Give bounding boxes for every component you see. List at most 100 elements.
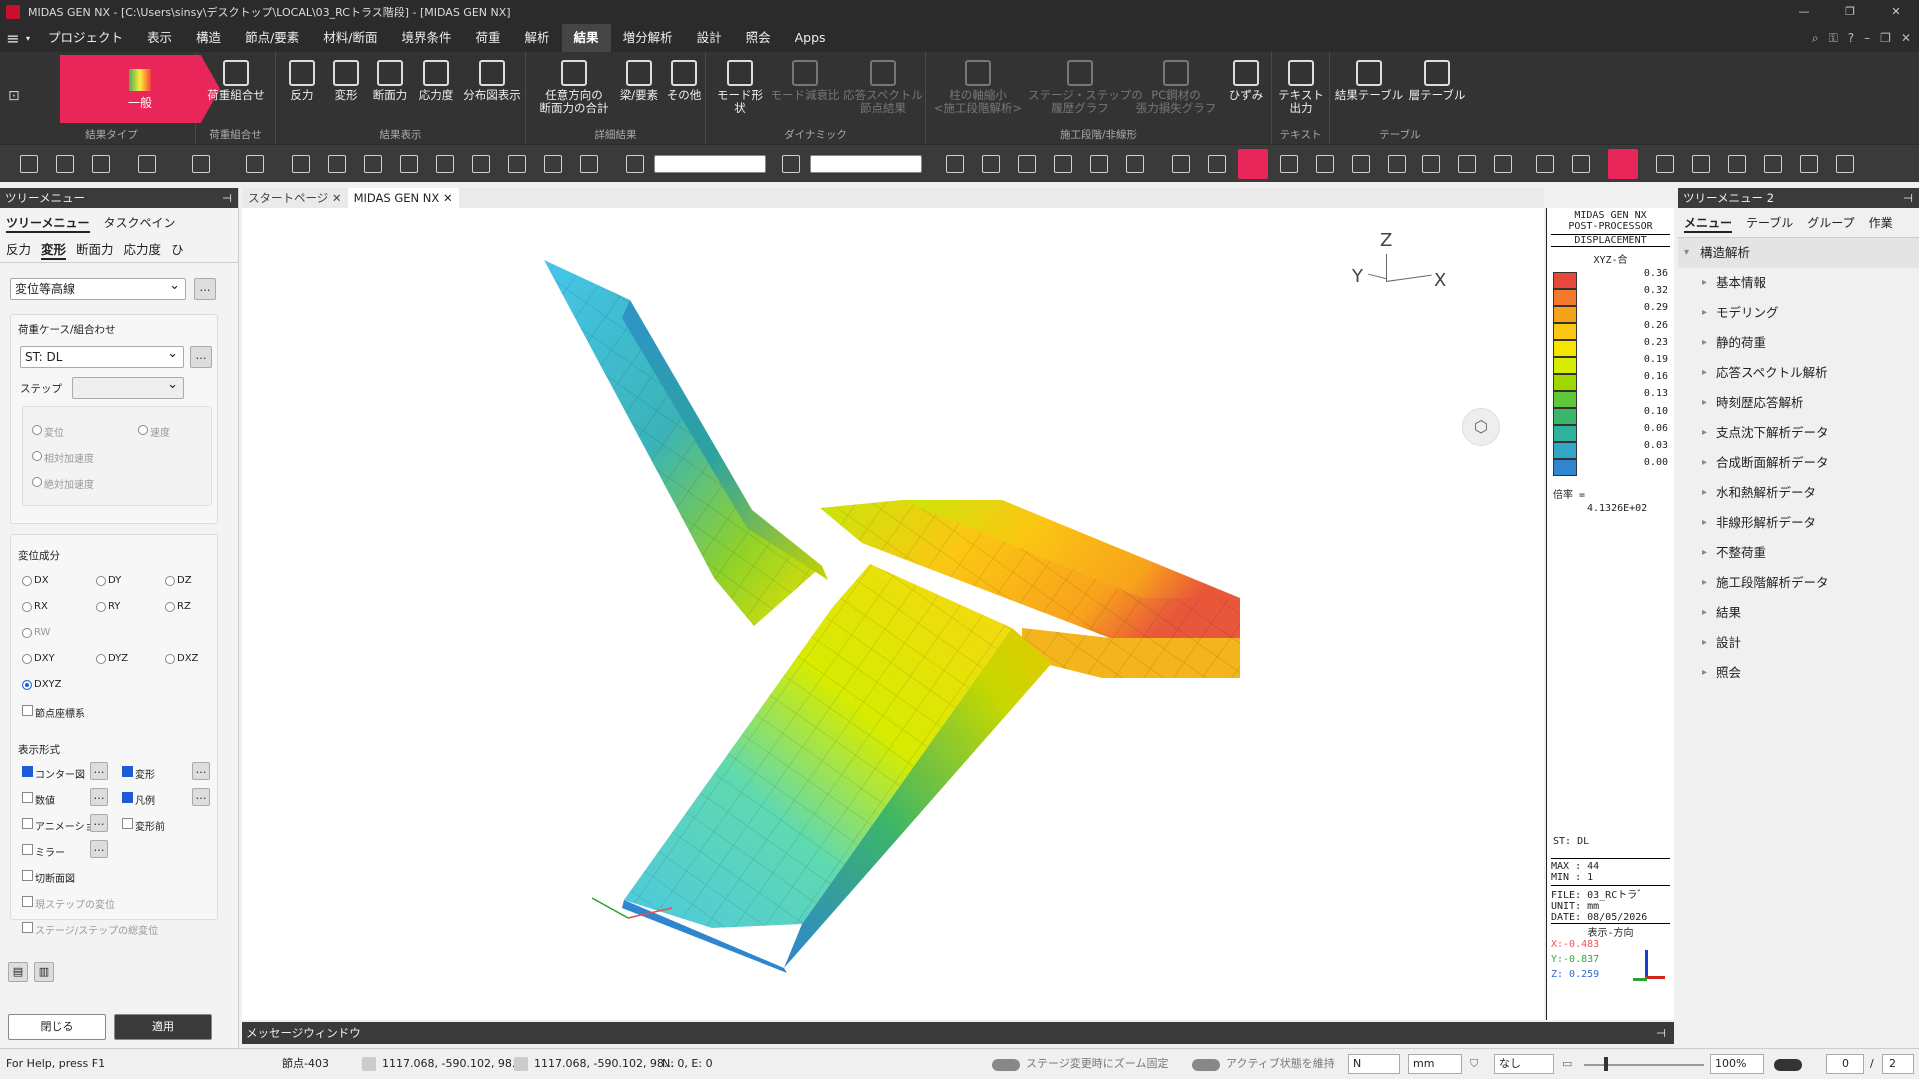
distribution-button[interactable]: 分布図表示 bbox=[460, 60, 524, 102]
radio-rz[interactable]: RZ bbox=[165, 601, 191, 612]
search-icon[interactable]: ⌕ bbox=[1812, 24, 1819, 52]
tendon-loss-button[interactable]: PC鋼材の 張力損失グラフ bbox=[1134, 60, 1218, 115]
menu-analysis[interactable]: 解析 bbox=[513, 24, 562, 52]
close-doc-icon[interactable]: ✕ bbox=[1901, 24, 1911, 52]
hidden-view-icon[interactable] bbox=[1238, 149, 1268, 179]
tree-item[interactable]: 基本情報 bbox=[1678, 268, 1919, 298]
radio-rx[interactable]: RX bbox=[22, 601, 48, 612]
zoom-fix-toggle[interactable] bbox=[992, 1059, 1020, 1071]
node-number-icon[interactable] bbox=[1352, 155, 1370, 173]
menu-structure[interactable]: 構造 bbox=[184, 24, 233, 52]
zoom-slider-handle[interactable] bbox=[1604, 1057, 1608, 1071]
select-window-icon[interactable] bbox=[328, 155, 346, 173]
menu-design[interactable]: 設計 bbox=[685, 24, 734, 52]
tree-item[interactable]: 非線形解析データ bbox=[1678, 508, 1919, 538]
tree-item[interactable]: 施工段階解析データ bbox=[1678, 568, 1919, 598]
fit-icon[interactable] bbox=[1800, 155, 1818, 173]
radio-dyz[interactable]: DYZ bbox=[96, 653, 128, 664]
animation-options-button[interactable]: … bbox=[90, 814, 108, 832]
tab-model[interactable]: MIDAS GEN NX ✕ bbox=[347, 188, 459, 208]
page-input[interactable]: 0 bbox=[1826, 1054, 1864, 1074]
values-options-button[interactable]: … bbox=[90, 788, 108, 806]
tab-menu[interactable]: メニュー bbox=[1684, 214, 1733, 233]
pan-icon[interactable] bbox=[1764, 155, 1782, 173]
radio-dxyz[interactable]: DXYZ bbox=[22, 679, 62, 690]
perspective-icon[interactable] bbox=[1280, 155, 1298, 173]
filter-select[interactable]: なし bbox=[1494, 1054, 1554, 1074]
close-icon[interactable]: ✕ bbox=[1873, 0, 1919, 24]
folder-icon[interactable]: ▤ bbox=[8, 962, 28, 982]
radio-ry[interactable]: RY bbox=[96, 601, 120, 612]
menu-view[interactable]: 表示 bbox=[135, 24, 184, 52]
select-prev-icon[interactable] bbox=[508, 155, 526, 173]
select-dropdown-1[interactable] bbox=[654, 155, 766, 173]
tab-task-pane[interactable]: タスクペイン bbox=[104, 214, 176, 233]
subtab-reaction[interactable]: 反力 bbox=[6, 239, 31, 260]
open-icon[interactable] bbox=[56, 155, 74, 173]
tree-item[interactable]: 水和熱解析データ bbox=[1678, 478, 1919, 508]
export-icon[interactable]: ▥ bbox=[34, 962, 54, 982]
tree-item[interactable]: 応答スペクトル解析 bbox=[1678, 358, 1919, 388]
checkbox-deform[interactable]: 変形 bbox=[122, 766, 155, 781]
tree-item[interactable]: 不整荷重 bbox=[1678, 538, 1919, 568]
subtab-deform[interactable]: 変形 bbox=[41, 239, 67, 260]
modal-damping-button[interactable]: モード減衰比 bbox=[770, 60, 840, 102]
lock-open-icon[interactable] bbox=[1572, 155, 1590, 173]
tree-item[interactable]: 静的荷重 bbox=[1678, 328, 1919, 358]
menu-load[interactable]: 荷重 bbox=[464, 24, 513, 52]
tab-table[interactable]: テーブル bbox=[1746, 214, 1793, 233]
filter-status-icon[interactable]: ⛉ bbox=[1470, 1049, 1478, 1079]
restore-icon[interactable]: ❐ bbox=[1827, 0, 1873, 24]
minimize-doc-icon[interactable]: – bbox=[1864, 24, 1870, 52]
unselect-icon[interactable] bbox=[580, 155, 598, 173]
active-previous-icon[interactable] bbox=[1090, 155, 1108, 173]
select-all-icon[interactable] bbox=[544, 155, 562, 173]
radio-dy[interactable]: DY bbox=[96, 575, 121, 586]
tree-root-structural-analysis[interactable]: 構造解析 bbox=[1678, 238, 1919, 268]
lock-icon[interactable] bbox=[1494, 155, 1512, 173]
beam-element-button[interactable]: 梁/要素 bbox=[616, 60, 662, 102]
tab-group[interactable]: グループ bbox=[1807, 214, 1854, 233]
menu-node-element[interactable]: 節点/要素 bbox=[233, 24, 311, 52]
subtab-stress[interactable]: 応力度 bbox=[124, 239, 162, 260]
element-number-icon[interactable] bbox=[1388, 155, 1406, 173]
column-shortening-button[interactable]: 柱の軸縮小 <施工段階解析> bbox=[930, 60, 1026, 115]
radio-velocity[interactable]: 速度 bbox=[138, 424, 170, 439]
subtab-force[interactable]: 断面力 bbox=[76, 239, 114, 260]
radio-dx[interactable]: DX bbox=[22, 575, 49, 586]
minimize-icon[interactable]: — bbox=[1781, 0, 1827, 24]
checkbox-cutting-plane[interactable]: 切断面図 bbox=[22, 870, 75, 885]
select-intersect-icon[interactable] bbox=[400, 155, 418, 173]
key-icon[interactable]: ⚿ bbox=[1829, 24, 1838, 52]
result-table-button[interactable]: 結果テーブル bbox=[1334, 60, 1404, 102]
iso-view-icon[interactable] bbox=[1836, 155, 1854, 173]
section-force-button[interactable]: 断面力 bbox=[368, 60, 412, 102]
contour-options-button[interactable]: … bbox=[90, 762, 108, 780]
radio-rel-accel[interactable]: 相対加速度 bbox=[32, 450, 94, 465]
inverse-active-icon[interactable] bbox=[1054, 155, 1072, 173]
strain-button[interactable]: ひずみ bbox=[1224, 60, 1268, 102]
rotate-icon[interactable] bbox=[1728, 155, 1746, 173]
mode-options-button[interactable]: … bbox=[194, 278, 216, 300]
active-identity-icon[interactable] bbox=[1126, 155, 1144, 173]
model-viewport[interactable]: Z Y X ⬡ bbox=[242, 208, 1544, 1020]
stress-button[interactable]: 応力度 bbox=[414, 60, 458, 102]
pin-message-icon[interactable]: ⊣ bbox=[1656, 1022, 1666, 1044]
layer-icon[interactable] bbox=[1536, 155, 1554, 173]
deform-button[interactable]: 変形 bbox=[326, 60, 366, 102]
mode-select[interactable]: 変位等高線 bbox=[10, 276, 186, 300]
save-icon[interactable] bbox=[92, 155, 110, 173]
zoom-select[interactable]: 100% bbox=[1710, 1054, 1764, 1074]
select-dropdown-2[interactable] bbox=[810, 155, 922, 173]
pin-right-icon[interactable]: ⊣ bbox=[1903, 188, 1913, 208]
checkbox-mirror[interactable]: ミラー bbox=[22, 844, 65, 859]
text-output-button[interactable]: テキスト 出力 bbox=[1276, 60, 1326, 115]
radio-dxy[interactable]: DXY bbox=[22, 653, 55, 664]
keep-active-toggle[interactable] bbox=[1192, 1059, 1220, 1071]
activate-icon[interactable] bbox=[946, 155, 964, 173]
tree-item[interactable]: 結果 bbox=[1678, 598, 1919, 628]
active-all-icon[interactable] bbox=[1018, 155, 1036, 173]
menu-apps[interactable]: Apps bbox=[783, 24, 838, 52]
menu-boundary[interactable]: 境界条件 bbox=[390, 24, 464, 52]
radio-abs-accel[interactable]: 絶対加速度 bbox=[32, 476, 94, 491]
